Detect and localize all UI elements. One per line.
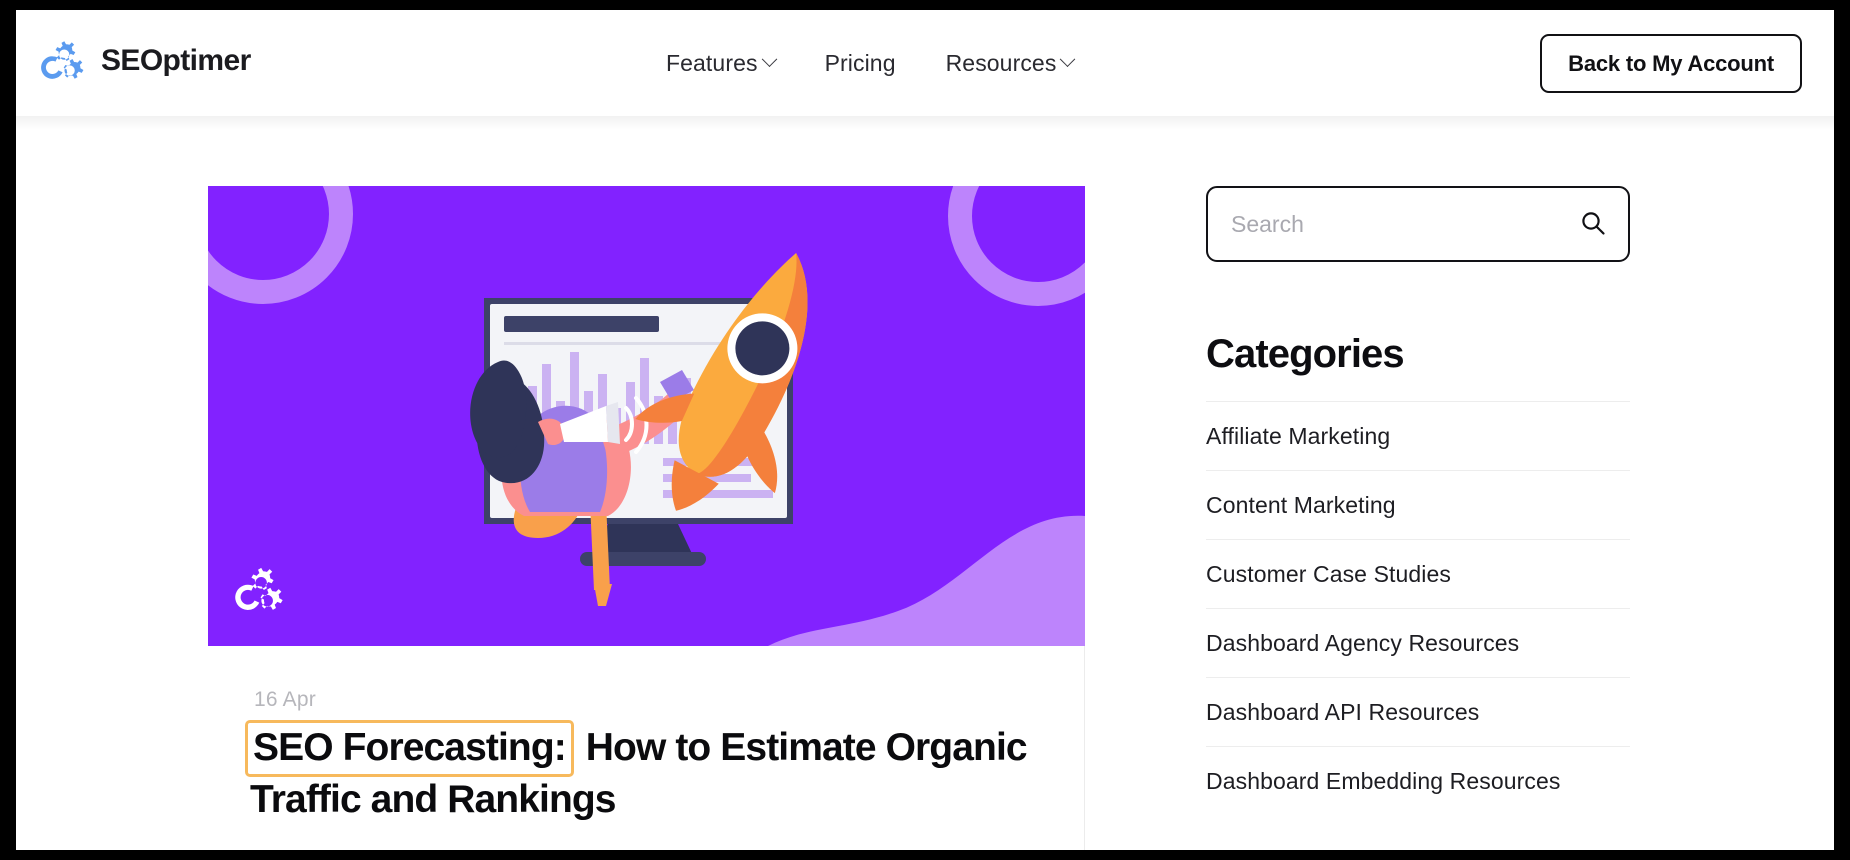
- nav-label-pricing: Pricing: [824, 49, 896, 76]
- article-date: 16 Apr: [254, 688, 316, 711]
- search-submit-button[interactable]: [1578, 209, 1608, 239]
- search-input[interactable]: [1208, 188, 1628, 260]
- categories-heading: Categories: [1206, 332, 1405, 376]
- chevron-down-icon: [1060, 50, 1076, 67]
- nav-label-resources: Resources: [945, 49, 1057, 76]
- primary-navigation: Features Pricing Resources: [666, 10, 1076, 116]
- site-logo[interactable]: SEOptimer: [40, 36, 251, 86]
- category-item-dashboard-embedding-resources[interactable]: Dashboard Embedding Resources: [1206, 746, 1630, 815]
- page-viewport: SEOptimer Features Pricing Resources Bac…: [16, 10, 1834, 850]
- site-header: SEOptimer Features Pricing Resources Bac…: [16, 10, 1834, 130]
- article-title[interactable]: SEO Forecasting: How to Estimate Organic…: [245, 720, 1050, 824]
- search-icon: [1579, 209, 1607, 240]
- seoptimer-gear-logo-icon: [40, 36, 90, 86]
- browser-frame: SEOptimer Features Pricing Resources Bac…: [0, 0, 1850, 860]
- logo-wordmark: SEOptimer: [101, 44, 251, 77]
- search-box[interactable]: [1206, 186, 1630, 262]
- seoptimer-gear-logo-white-icon: [234, 562, 290, 618]
- article-hero-image[interactable]: [208, 186, 1085, 646]
- nav-item-features[interactable]: Features: [666, 49, 777, 77]
- categories-list: Affiliate Marketing Content Marketing Cu…: [1206, 401, 1630, 815]
- nav-label-features: Features: [666, 49, 758, 76]
- category-item-customer-case-studies[interactable]: Customer Case Studies: [1206, 539, 1630, 608]
- sidebar: Categories Affiliate Marketing Content M…: [1206, 186, 1630, 815]
- chevron-down-icon: [761, 50, 777, 67]
- category-item-affiliate-marketing[interactable]: Affiliate Marketing: [1206, 401, 1630, 470]
- back-to-my-account-button[interactable]: Back to My Account: [1540, 34, 1802, 93]
- article-title-highlight: SEO Forecasting:: [245, 720, 574, 778]
- category-item-dashboard-agency-resources[interactable]: Dashboard Agency Resources: [1206, 608, 1630, 677]
- nav-item-pricing[interactable]: Pricing: [825, 50, 896, 77]
- nav-item-resources[interactable]: Resources: [945, 49, 1076, 77]
- article-card: 16 Apr SEO Forecasting: How to Estimate …: [208, 186, 1085, 850]
- category-item-dashboard-api-resources[interactable]: Dashboard API Resources: [1206, 677, 1630, 746]
- page-content: 16 Apr SEO Forecasting: How to Estimate …: [16, 116, 1834, 850]
- category-item-content-marketing[interactable]: Content Marketing: [1206, 470, 1630, 539]
